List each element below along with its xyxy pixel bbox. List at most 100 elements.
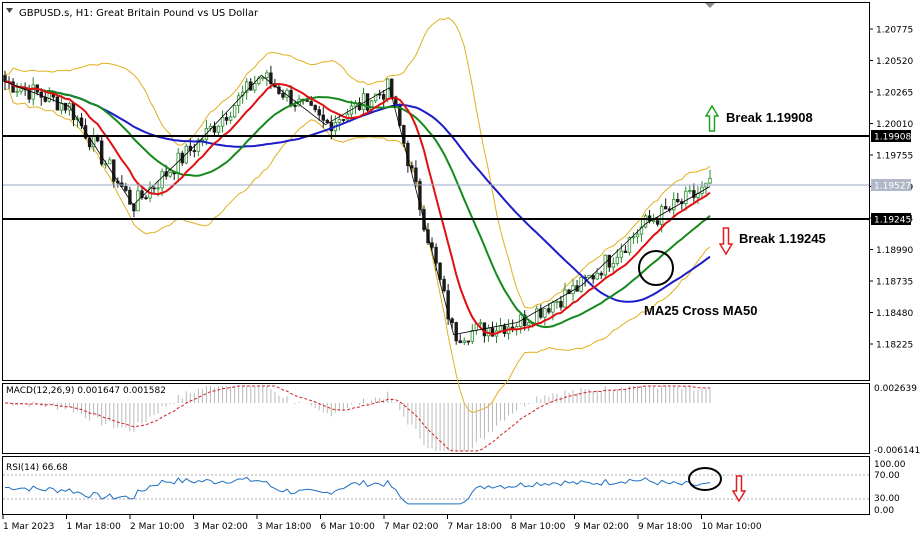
candle-body bbox=[458, 340, 462, 344]
candle-body bbox=[684, 190, 688, 205]
candle-body bbox=[124, 186, 128, 191]
candle-body bbox=[454, 322, 458, 342]
candle-body bbox=[543, 308, 547, 318]
price-tick-label: 1.20520 bbox=[876, 57, 913, 67]
rsi-tick-100: 100.00 bbox=[874, 460, 906, 470]
rsi-label: RSI(14) 66.68 bbox=[6, 463, 68, 473]
candle-body bbox=[551, 302, 555, 313]
time-tick-label: 1 Mar 2023 bbox=[3, 522, 54, 532]
support-level-value: 1.19245 bbox=[874, 216, 911, 226]
candle-body bbox=[603, 254, 607, 276]
candle-body bbox=[579, 276, 583, 292]
time-tick-label: 9 Mar 18:00 bbox=[638, 522, 693, 532]
candle-body bbox=[128, 189, 132, 205]
candle-body bbox=[708, 177, 712, 184]
price-tick-label: 1.20775 bbox=[876, 26, 913, 36]
candle-body bbox=[599, 272, 603, 276]
rsi-tick-70: 70.00 bbox=[874, 471, 900, 481]
candle-body bbox=[321, 114, 325, 121]
candle-body bbox=[112, 159, 116, 182]
candle-body bbox=[220, 117, 225, 127]
time-tick-label: 6 Mar 10:00 bbox=[321, 522, 376, 532]
candle-body bbox=[325, 119, 329, 123]
candle-body bbox=[176, 152, 180, 175]
candle-body bbox=[19, 88, 23, 92]
candle-body bbox=[224, 117, 229, 121]
candle-body bbox=[591, 275, 595, 280]
candle-body bbox=[293, 105, 297, 107]
candle-body bbox=[212, 125, 217, 133]
candle-body bbox=[99, 140, 104, 165]
candle-body bbox=[462, 340, 466, 344]
time-tick-label: 10 Mar 10:00 bbox=[702, 522, 762, 532]
candle-body bbox=[55, 96, 60, 111]
candle-body bbox=[623, 250, 628, 254]
rsi-tick-30: 30.00 bbox=[874, 494, 900, 504]
price-tick-label: 1.18225 bbox=[876, 341, 913, 351]
candle-body bbox=[313, 104, 317, 111]
candle-body bbox=[253, 83, 257, 91]
candle-body bbox=[676, 199, 680, 203]
break-down-annotation: Break 1.19245 bbox=[739, 231, 826, 246]
break-up-annotation: Break 1.19908 bbox=[726, 110, 813, 125]
candle-body bbox=[341, 119, 346, 121]
candle-body bbox=[361, 93, 366, 111]
resistance-level-value: 1.19908 bbox=[874, 133, 911, 143]
candle-body bbox=[410, 165, 414, 169]
time-tick-label: 7 Mar 02:00 bbox=[384, 522, 439, 532]
chart-window: GBPUSD.s, H1: Great Britain Pound vs US … bbox=[0, 0, 923, 538]
candle-body bbox=[466, 340, 470, 343]
candle-body bbox=[337, 119, 342, 123]
candle-body bbox=[317, 109, 321, 116]
candle-body bbox=[635, 233, 640, 238]
candle-body bbox=[655, 220, 660, 225]
candle-body bbox=[663, 206, 668, 210]
candle-body bbox=[43, 96, 47, 102]
candle-body bbox=[414, 167, 418, 182]
candle-body bbox=[619, 250, 624, 258]
macd-bottom-tick: -0.006141 bbox=[874, 446, 920, 456]
price-tick-label: 1.18480 bbox=[876, 309, 913, 319]
candle-body bbox=[539, 308, 543, 318]
candle-body bbox=[216, 125, 221, 133]
price-tick-label: 1.20010 bbox=[876, 120, 913, 130]
price-tick-label: 1.20265 bbox=[876, 89, 913, 99]
candle-body bbox=[261, 77, 265, 80]
candle-body bbox=[156, 187, 160, 190]
candle-body bbox=[47, 92, 52, 102]
candle-body bbox=[152, 187, 156, 190]
candle-body bbox=[309, 100, 313, 106]
candle-body bbox=[228, 116, 233, 121]
candle-body bbox=[555, 301, 559, 303]
candle-body bbox=[470, 330, 475, 342]
candle-body bbox=[438, 262, 442, 280]
current-price-value: 1.19527 bbox=[874, 182, 911, 192]
candle-body bbox=[651, 220, 656, 223]
candle-body bbox=[688, 190, 692, 192]
macd-label: MACD(12,26,9) 0.001647 0.001582 bbox=[6, 386, 166, 396]
time-tick-label: 3 Mar 18:00 bbox=[257, 522, 312, 532]
candle-body bbox=[450, 318, 454, 323]
time-tick-label: 7 Mar 18:00 bbox=[448, 522, 503, 532]
chart-title: GBPUSD.s, H1: Great Britain Pound vs US … bbox=[19, 8, 259, 19]
time-tick-label: 3 Mar 02:00 bbox=[194, 522, 249, 532]
macd-top-tick: 0.002639 bbox=[874, 384, 917, 394]
candle-body bbox=[498, 325, 503, 332]
time-tick-label: 8 Mar 10:00 bbox=[511, 522, 566, 532]
price-tick-label: 1.18735 bbox=[876, 278, 913, 288]
price-tick-label: 1.19755 bbox=[876, 152, 913, 162]
candle-body bbox=[547, 308, 551, 313]
candle-body bbox=[381, 94, 386, 100]
candle-body bbox=[281, 93, 285, 98]
candle-body bbox=[615, 256, 620, 264]
price-tick-label: 1.18990 bbox=[876, 246, 913, 256]
candle-body bbox=[527, 322, 531, 326]
chart-canvas: GBPUSD.s, H1: Great Britain Pound vs US … bbox=[0, 0, 923, 538]
candle-body bbox=[478, 322, 483, 325]
candle-body bbox=[595, 272, 599, 280]
candle-body bbox=[108, 159, 112, 165]
candle-body bbox=[232, 104, 237, 118]
candle-body bbox=[168, 171, 172, 177]
candle-body bbox=[442, 278, 446, 292]
candle-body bbox=[59, 102, 64, 111]
